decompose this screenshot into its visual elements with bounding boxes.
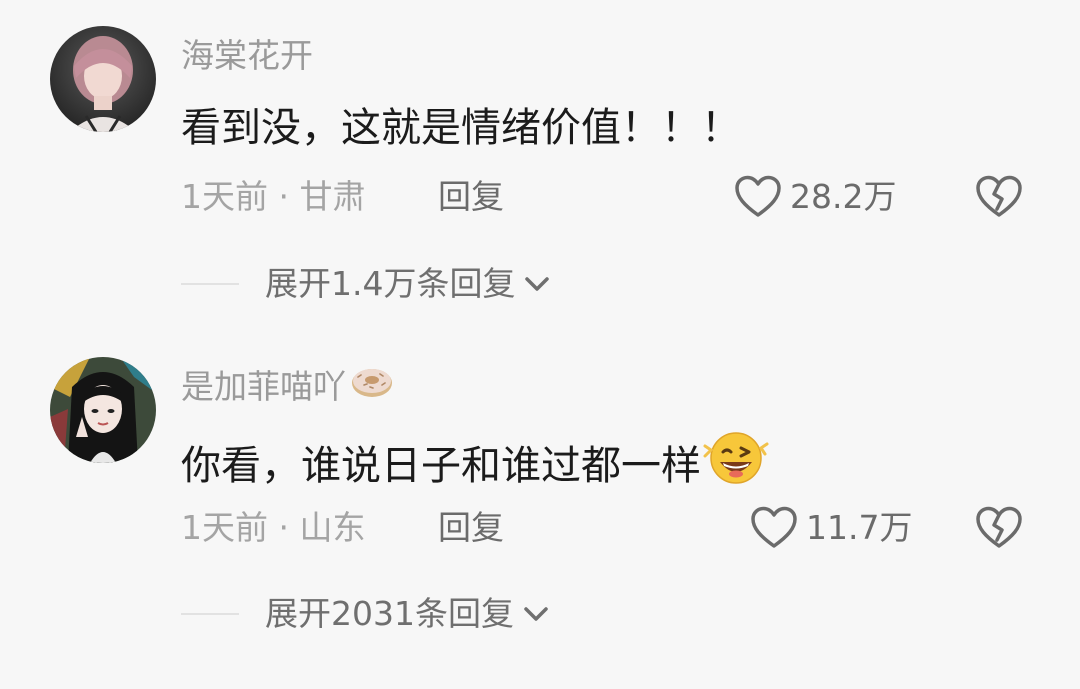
- chevron-down-icon: [524, 607, 548, 621]
- comment-time-location: 1天前 · 甘肃: [181, 177, 366, 216]
- comment-text-content: 你看，谁说日子和谁过都一样: [181, 443, 701, 489]
- like-button[interactable]: 11.7万: [750, 506, 912, 550]
- expand-replies-button[interactable]: 展开1.4万条回复: [181, 264, 551, 304]
- comment-text: 你看，谁说日子和谁过都一样: [181, 432, 769, 502]
- comment-username[interactable]: 是加菲喵吖: [181, 366, 394, 411]
- dislike-button[interactable]: [975, 506, 1023, 550]
- broken-heart-icon: [976, 506, 1022, 548]
- comment-username-text: 是加菲喵吖: [181, 367, 346, 406]
- like-count: 28.2万: [790, 177, 897, 216]
- broken-heart-icon: [976, 175, 1022, 217]
- winking-face-emoji: [703, 430, 769, 498]
- like-button[interactable]: 28.2万: [734, 175, 896, 219]
- divider-line: [181, 613, 239, 615]
- comment-username[interactable]: 海棠花开: [181, 36, 313, 76]
- expand-replies-button[interactable]: 展开2031条回复: [181, 594, 550, 634]
- reply-button[interactable]: 回复: [438, 177, 504, 217]
- avatar[interactable]: [50, 357, 156, 463]
- comment-time-location: 1天前 · 山东: [181, 508, 366, 547]
- heart-icon: [751, 506, 797, 548]
- comment-text: 看到没，这就是情绪价值！！！: [181, 105, 741, 151]
- avatar[interactable]: [50, 26, 156, 132]
- donut-icon: [350, 363, 394, 408]
- divider-line: [181, 283, 239, 285]
- reply-button[interactable]: 回复: [438, 508, 504, 548]
- chevron-down-icon: [525, 277, 550, 291]
- heart-icon: [735, 175, 781, 217]
- expand-replies-label: 展开1.4万条回复: [265, 264, 516, 303]
- like-count: 11.7万: [806, 508, 913, 547]
- dislike-button[interactable]: [975, 175, 1023, 219]
- expand-replies-label: 展开2031条回复: [265, 594, 514, 633]
